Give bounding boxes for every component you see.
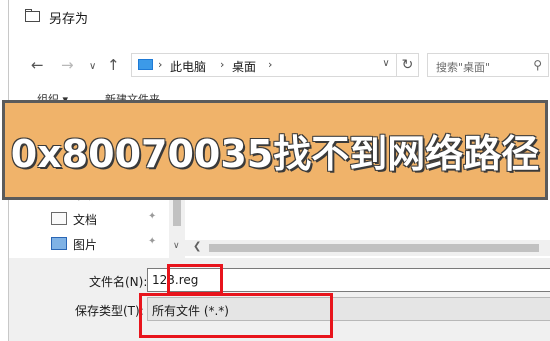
recent-locations-button[interactable]: ∨ [89,58,96,76]
forward-button[interactable]: → [61,56,74,74]
sidebar-item-pictures[interactable]: 图片 ✦ [51,234,169,254]
banner-text: 0x80070035找不到网络路径 [10,131,540,176]
sidebar-item-label: 文档 [73,213,98,227]
chevron-right-icon: › [220,58,225,71]
sidebar-item-label: 图片 [73,238,98,252]
picture-icon [51,237,67,250]
search-icon: ⚲ [533,58,542,72]
this-pc-icon [138,59,153,70]
folder-icon [25,9,40,22]
filetype-highlight-box [139,293,333,338]
pin-icon: ✦ [148,211,157,222]
pin-icon: ✦ [148,236,157,247]
up-button[interactable]: ↑ [107,56,120,74]
sidebar-item-documents[interactable]: 文档 ✦ [51,209,169,229]
breadcrumb-desktop[interactable]: 桌面 [232,58,256,75]
window-title: 另存为 [49,12,89,27]
filename-label: 文件名(N): [89,275,148,289]
filetype-label: 保存类型(T): [75,304,144,318]
scroll-left-icon[interactable]: ❮ [193,241,201,252]
address-dropdown-button[interactable]: ∨ [378,58,394,69]
document-icon [51,212,67,225]
filename-highlight-box [167,264,223,295]
breadcrumb-this-pc[interactable]: 此电脑 [170,58,206,75]
search-box[interactable]: 搜索"桌面" ⚲ [427,53,549,77]
scroll-down-icon[interactable]: ∨ [173,241,180,251]
chevron-right-icon: › [158,58,163,71]
file-list-horizontal-scrollbar[interactable]: ❮ [185,240,550,256]
scrollbar-thumb[interactable] [209,244,539,252]
chevron-right-icon: › [268,58,273,71]
title-banner: 0x80070035找不到网络路径 [2,100,548,200]
address-bar[interactable]: › 此电脑 › 桌面 › ∨ [131,53,397,77]
search-input[interactable]: 搜索"桌面" [436,59,490,75]
back-button[interactable]: ← [31,56,44,74]
refresh-button[interactable]: ↻ [397,53,419,77]
title-bar: 另存为 [9,0,550,32]
navigation-bar: ← → ∨ ↑ › 此电脑 › 桌面 › ∨ ↻ 搜索"桌面" ⚲ [9,48,550,82]
